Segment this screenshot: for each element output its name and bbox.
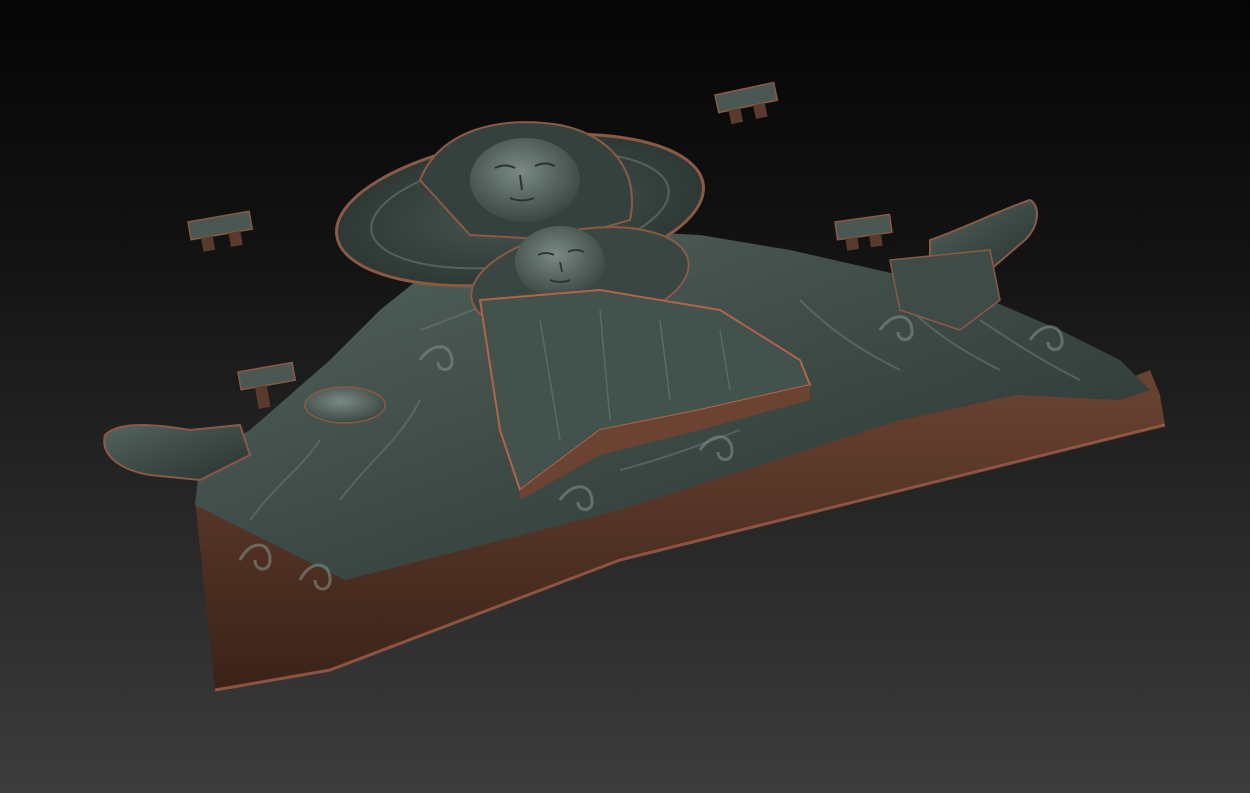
mother-face (470, 138, 580, 222)
render-viewport (0, 0, 1250, 793)
monogram-top-right (714, 81, 779, 125)
monogram-left (187, 210, 254, 252)
monogram-right (834, 213, 893, 251)
child-hand (304, 386, 386, 424)
relief-render (103, 81, 1166, 692)
